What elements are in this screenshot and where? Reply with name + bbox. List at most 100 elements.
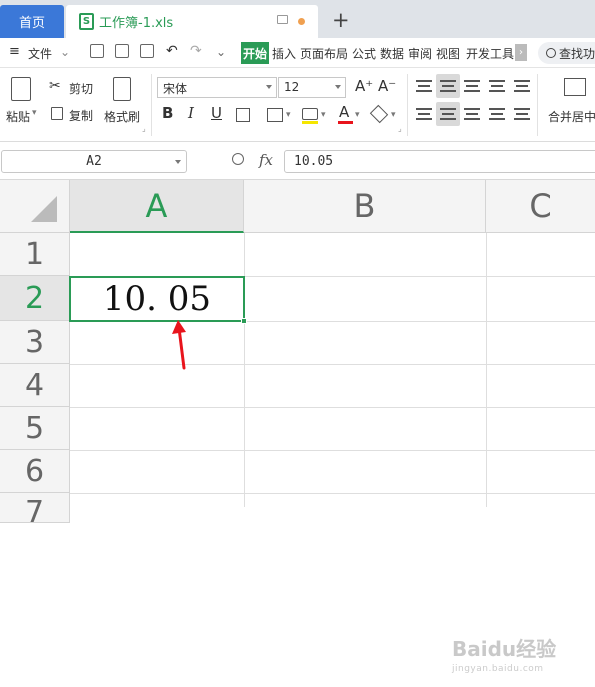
scissors-icon[interactable]: ✂ xyxy=(49,78,61,94)
chevron-down-icon[interactable]: ▾ xyxy=(391,110,396,120)
tab-document[interactable]: S 工作簿-1.xls xyxy=(66,5,318,38)
center-align-icon[interactable] xyxy=(440,108,456,120)
bold-button[interactable]: B xyxy=(162,104,173,122)
print-preview-icon[interactable] xyxy=(140,44,154,58)
borders-icon[interactable] xyxy=(236,108,250,122)
menu-tab-view[interactable]: 视图 xyxy=(436,45,460,62)
right-align-icon[interactable] xyxy=(464,108,480,120)
row-header-6[interactable]: 6 xyxy=(0,450,70,493)
font-name-select[interactable]: 宋体 xyxy=(157,77,277,98)
grid-line xyxy=(486,233,487,507)
row-header-7[interactable]: 7 xyxy=(0,493,70,530)
indent-decrease-icon[interactable] xyxy=(489,80,505,92)
menu-tab-page-layout[interactable]: 页面布局 xyxy=(300,45,348,62)
increase-font-button[interactable]: A⁺ xyxy=(355,77,373,95)
row-header-1[interactable]: 1 xyxy=(0,233,70,276)
paste-icon[interactable] xyxy=(11,77,31,101)
formula-bar: A2 fx 10.05 xyxy=(0,142,595,180)
cut-button[interactable]: 剪切 xyxy=(69,80,93,97)
spreadsheet-file-icon: S xyxy=(79,13,94,30)
grid-line xyxy=(70,493,595,494)
redo-icon[interactable]: ↷ xyxy=(190,43,202,59)
copy-icon[interactable] xyxy=(51,107,63,120)
decrease-font-button[interactable]: A⁻ xyxy=(378,77,396,95)
middle-align-icon[interactable] xyxy=(440,80,456,92)
underline-button[interactable]: U xyxy=(211,104,222,122)
chevron-down-icon xyxy=(266,85,272,89)
select-all-corner[interactable] xyxy=(0,180,70,233)
paste-button[interactable]: 粘贴 xyxy=(6,108,30,125)
ribbon-separator xyxy=(151,74,152,136)
font-size-select[interactable]: 12 xyxy=(278,77,346,98)
distributed-align-icon[interactable] xyxy=(514,108,530,120)
indent-increase-icon[interactable] xyxy=(514,80,530,92)
quick-access-dropdown-icon[interactable]: ⌄ xyxy=(216,45,226,59)
format-painter-icon[interactable] xyxy=(113,77,131,101)
copy-button[interactable]: 复制 xyxy=(69,107,93,124)
fill-color-icon[interactable] xyxy=(302,108,318,120)
italic-button[interactable]: I xyxy=(188,104,194,122)
tab-home[interactable]: 首页 xyxy=(0,5,64,38)
menu-tab-formulas[interactable]: 公式 xyxy=(352,45,376,62)
new-tab-button[interactable]: + xyxy=(332,8,350,32)
search-icon xyxy=(546,48,556,58)
justify-align-icon[interactable] xyxy=(489,108,505,120)
undo-icon[interactable]: ↶ xyxy=(166,43,178,59)
hamburger-icon[interactable]: ≡ xyxy=(9,44,20,59)
menu-file[interactable]: 文件 xyxy=(28,45,52,62)
chevron-down-icon[interactable]: ▾ xyxy=(286,110,291,120)
menu-tab-review[interactable]: 审阅 xyxy=(408,45,432,62)
zoom-icon[interactable] xyxy=(232,153,244,165)
menu-tab-developer[interactable]: 开发工具 xyxy=(466,45,514,62)
formula-input[interactable]: 10.05 xyxy=(284,150,595,173)
search-button[interactable]: 查找功 xyxy=(538,42,595,64)
grid-line xyxy=(70,450,595,451)
row-header-4[interactable]: 4 xyxy=(0,364,70,407)
watermark-title: Baidu经验 xyxy=(452,637,557,661)
menu-tab-start[interactable]: 开始 xyxy=(241,42,269,64)
menu-tab-data[interactable]: 数据 xyxy=(380,45,404,62)
row-header-3[interactable]: 3 xyxy=(0,321,70,364)
menu-tab-insert[interactable]: 插入 xyxy=(272,45,296,62)
font-color-icon[interactable]: A xyxy=(339,103,349,121)
column-header-a[interactable]: A xyxy=(70,180,244,233)
search-label: 查找功 xyxy=(559,46,595,61)
font-name-value: 宋体 xyxy=(163,82,188,96)
merge-cells-icon[interactable] xyxy=(564,78,586,96)
cell-a1[interactable] xyxy=(70,233,244,276)
save-icon[interactable] xyxy=(90,44,104,58)
clipboard-dialog-icon[interactable]: ⌟ xyxy=(142,124,146,133)
row-header-2[interactable]: 2 xyxy=(0,276,70,321)
row-header-5[interactable]: 5 xyxy=(0,407,70,450)
font-dialog-icon[interactable]: ⌟ xyxy=(398,124,402,133)
column-header-b[interactable]: B xyxy=(244,180,486,233)
paste-dropdown-icon[interactable]: ▾ xyxy=(32,108,37,118)
ribbon-home: 粘贴 ▾ ✂ 剪切 复制 格式刷 ⌟ 宋体 12 A⁺ A⁻ B I U ▾ ▾… xyxy=(0,68,595,142)
file-dropdown-icon[interactable]: ⌄ xyxy=(60,45,70,59)
fill-color-swatch xyxy=(302,121,318,124)
name-box[interactable]: A2 xyxy=(1,150,187,173)
monitor-icon[interactable] xyxy=(277,15,288,24)
more-tabs-button[interactable]: › xyxy=(515,44,527,61)
fill-handle[interactable] xyxy=(241,318,247,324)
cell-a2-selected[interactable]: 10. 05 xyxy=(69,276,247,324)
red-arrow-annotation xyxy=(172,320,186,370)
grid-line xyxy=(70,364,595,365)
chevron-down-icon[interactable]: ▾ xyxy=(355,110,360,120)
ribbon-separator xyxy=(407,74,408,136)
eraser-icon[interactable] xyxy=(369,104,389,124)
print-icon[interactable] xyxy=(115,44,129,58)
column-header-c[interactable]: C xyxy=(486,180,595,233)
cell-border-style-icon[interactable] xyxy=(267,108,283,122)
format-painter-button[interactable]: 格式刷 xyxy=(104,108,140,125)
chevron-down-icon xyxy=(175,160,181,164)
chevron-down-icon xyxy=(335,85,341,89)
menu-bar: ≡ 文件 ⌄ ↶ ↷ ⌄ 开始 插入 页面布局 公式 数据 审阅 视图 开发工具… xyxy=(0,38,595,68)
insert-function-button[interactable]: fx xyxy=(259,151,273,169)
bottom-align-icon[interactable] xyxy=(464,80,480,92)
ribbon-separator xyxy=(537,74,538,136)
merge-center-button[interactable]: 合并居中 xyxy=(548,108,595,125)
top-align-icon[interactable] xyxy=(416,80,432,92)
chevron-down-icon[interactable]: ▾ xyxy=(321,110,326,120)
left-align-icon[interactable] xyxy=(416,108,432,120)
